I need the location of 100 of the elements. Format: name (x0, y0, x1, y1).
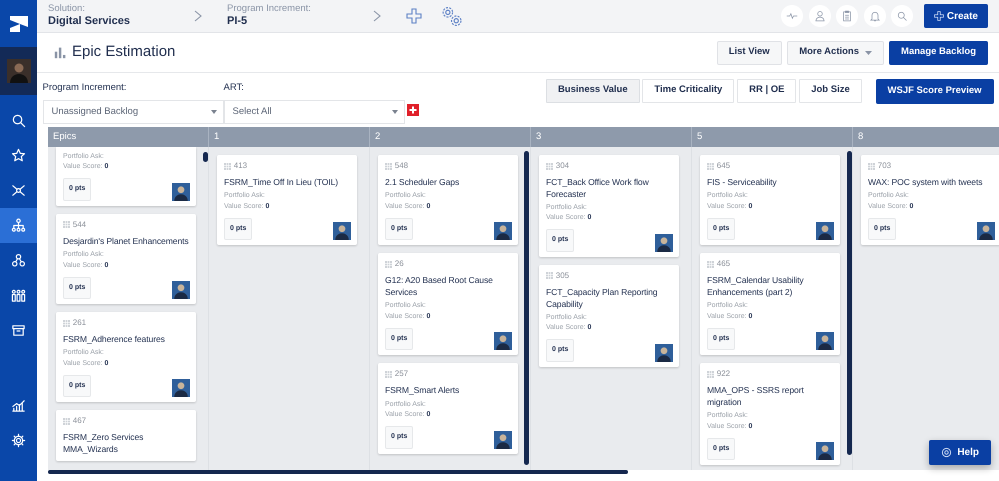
help-button[interactable]: Help (928, 440, 991, 465)
dropdown-button[interactable]: More Actions (787, 40, 884, 64)
grid-icon (707, 162, 714, 170)
epic-title[interactable]: Desjardin's Planet Enhancements (63, 236, 190, 248)
grid-icon (546, 272, 553, 280)
avatar-icon (977, 222, 995, 240)
search-icon (896, 10, 908, 22)
chevron-icon (194, 10, 202, 22)
avatar-icon (494, 332, 512, 350)
avatar-icon (494, 430, 512, 449)
user-button[interactable] (808, 5, 831, 27)
vertical-scrollbar[interactable] (203, 152, 208, 162)
grid-icon (385, 370, 392, 378)
avatar-icon (816, 442, 834, 460)
breadcrumb-label: Solution: (48, 4, 86, 15)
epic-title[interactable]: FSRM_Zero Services MMA_Wizards (63, 432, 190, 456)
epic-id: 305 (556, 270, 570, 282)
filter-label: ART: (224, 80, 245, 94)
grid-icon (224, 162, 231, 170)
epic-title[interactable]: FSRM_Smart Alerts (385, 385, 512, 397)
breadcrumb-label: Program Increment: (227, 4, 312, 15)
column-header: Epics (48, 127, 209, 147)
avatar-icon (494, 222, 512, 240)
avatar-icon (333, 222, 351, 240)
epic-id: 703 (878, 160, 892, 172)
epic-title[interactable]: FCT_Capacity Plan Reporting Capability (546, 286, 673, 310)
epic-id: 413 (234, 160, 248, 172)
view-tab[interactable]: Business Value (546, 78, 640, 102)
breadcrumb-value[interactable]: PI-5 (227, 14, 362, 28)
avatar-icon (172, 281, 190, 300)
add-icon[interactable] (407, 104, 420, 116)
bar-chart-icon (54, 46, 66, 59)
plus-icon (406, 8, 422, 24)
select-field[interactable]: Unassigned Backlog (42, 100, 224, 124)
grid-icon (385, 162, 392, 170)
view-button[interactable]: List View (716, 40, 782, 64)
filter-label: Program Increment: (42, 80, 128, 94)
epic-title[interactable]: G12: A20 Based Root Cause Services (385, 275, 512, 299)
avatar-icon (816, 222, 834, 240)
clipboard-icon (841, 10, 854, 22)
avatar-icon (172, 182, 190, 201)
epic-title[interactable]: FSRM_Time Off In Lieu (TOIL) (224, 177, 351, 189)
activity-icon (786, 10, 798, 22)
clipboard-button[interactable] (836, 5, 858, 27)
primary-button[interactable]: WSJF Score Preview (876, 78, 994, 104)
epic-id: 548 (394, 160, 408, 172)
bell-button[interactable] (864, 5, 886, 27)
create-button[interactable]: Create (924, 4, 988, 28)
column-header: 1 (209, 127, 370, 147)
grid-icon (707, 370, 714, 378)
network-icon (11, 183, 26, 198)
settings-icon (11, 433, 26, 448)
grid-icon (546, 162, 553, 170)
epic-title[interactable]: 2.1 Scheduler Gaps (385, 177, 512, 189)
epic-id: 922 (716, 368, 730, 380)
grid-icon (707, 260, 714, 268)
vertical-scrollbar[interactable] (524, 151, 529, 465)
column-header: 5 (692, 127, 853, 147)
avatar-icon[interactable] (6, 59, 30, 83)
epic-title[interactable]: FIS - Serviceability (707, 177, 834, 189)
avatar-icon (655, 234, 673, 252)
view-tab[interactable]: RR | OE (737, 78, 796, 102)
grid-icon (868, 162, 875, 170)
nodes-icon (11, 253, 26, 268)
epic-id: 467 (72, 415, 86, 428)
avatar-icon (655, 344, 673, 362)
view-tab[interactable]: Time Criticality (642, 78, 734, 102)
caret-icon (392, 110, 398, 114)
grid-icon (385, 260, 392, 268)
page-title: Epic Estimation (72, 42, 176, 62)
avatar-icon (816, 332, 834, 350)
grid-icon (63, 418, 70, 425)
epic-title[interactable]: WAX: POC system with tweets (868, 177, 995, 189)
epic-id: 304 (556, 160, 570, 172)
epic-title[interactable]: FCT_Back Office Work flow Forecaster (546, 177, 673, 200)
primary-button[interactable]: Manage Backlog (889, 40, 988, 64)
user-icon (814, 10, 826, 22)
epic-title[interactable]: FSRM_Adherence features (63, 334, 190, 346)
select-field[interactable]: Select All (224, 100, 404, 124)
caret-icon (210, 110, 216, 114)
epic-id: 465 (716, 258, 730, 270)
breadcrumb-value[interactable]: Digital Services (48, 14, 183, 28)
horizontal-scrollbar[interactable] (48, 470, 628, 474)
view-tab[interactable]: Job Size (799, 78, 862, 102)
nav-item[interactable] (0, 208, 37, 243)
grid-icon (63, 221, 70, 228)
archive-icon (11, 323, 26, 338)
epic-title[interactable]: MMA_OPS - SSRS report migration (707, 385, 834, 408)
chevron-icon (373, 10, 381, 22)
column-header: 2 (370, 127, 531, 147)
vertical-scrollbar[interactable] (847, 151, 852, 455)
epic-title[interactable]: FSRM_Calendar Usability Enhancements (part 2) (707, 275, 834, 299)
logo-icon (8, 14, 28, 34)
lifebuoy-icon (940, 447, 952, 458)
grid-icon (63, 320, 70, 327)
bell-icon (868, 10, 881, 22)
epic-card[interactable]: 467 FSRM_Zero Services MMA_Wizards (56, 410, 196, 461)
epic-id: 544 (72, 218, 86, 231)
epic-id: 257 (394, 368, 408, 380)
search-icon (11, 113, 26, 128)
